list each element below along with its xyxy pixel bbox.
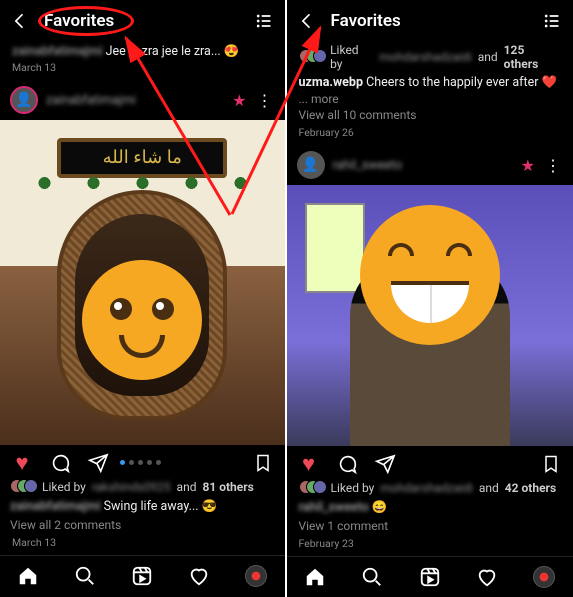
liked-by-user: rakshinds0925 (92, 480, 171, 494)
nav-reels[interactable] (418, 565, 442, 589)
nav-reels[interactable] (130, 564, 154, 588)
liker-avatars (299, 49, 325, 65)
liker-avatars (299, 480, 325, 496)
nav-home[interactable] (303, 565, 327, 589)
caption-username[interactable]: uzma.webp (299, 75, 364, 90)
phone-right: Favorites Liked by mohdarshadzaidi and 1… (287, 0, 573, 597)
favorite-star-icon: ★ (232, 91, 246, 110)
post-username[interactable]: zainabfatimajmi (46, 93, 224, 108)
liked-by-prefix: Liked by (331, 481, 375, 495)
prev-likes-row[interactable]: Liked by mohdarshadzaidi and 125 others (287, 41, 573, 73)
nav-search[interactable] (73, 564, 97, 588)
liker-avatars (10, 479, 36, 495)
bottom-nav (287, 556, 573, 597)
caption-text: Cheers to the happily ever after (366, 75, 538, 90)
prev-post-date: March 13 (0, 59, 285, 80)
comment-button[interactable] (48, 451, 72, 475)
post-caption: zainabfatimajmi Swing life away... 😎 (0, 497, 285, 516)
liked-and: and (478, 50, 498, 64)
liked-and: and (177, 480, 197, 494)
caption-text: Swing life away... 😎 (104, 499, 218, 514)
prev-caption-username: zainabfatimajmi (12, 44, 103, 59)
prev-post-caption: zainabfatimajmi Jee le zra jee le zra...… (0, 42, 285, 59)
action-row: ♥ (287, 446, 573, 478)
phone-left: Favorites zainabfatimajmi Jee le zra jee… (0, 0, 287, 597)
nav-home[interactable] (16, 564, 40, 588)
nav-profile[interactable] (244, 564, 268, 588)
liked-and: and (479, 481, 499, 495)
post-more-button[interactable]: ⋮ (543, 156, 563, 175)
favorite-star-icon: ★ (521, 156, 535, 175)
carousel-pager (120, 460, 161, 465)
like-button[interactable]: ♥ (10, 451, 34, 475)
view-comments-link[interactable]: View all 10 comments (287, 106, 573, 124)
post-date: March 13 (0, 534, 285, 555)
like-button[interactable]: ♥ (297, 452, 321, 476)
page-title: Favorites (331, 11, 528, 31)
caption-emoji: 😄 (372, 500, 388, 515)
prev-caption-text: Jee le zra jee le zra... 😍 (106, 44, 240, 59)
post-photo[interactable] (287, 185, 573, 446)
share-button[interactable] (373, 452, 397, 476)
liked-count: 81 others (202, 480, 253, 494)
heart-emoji-icon: ❤️ (542, 75, 558, 90)
post-date: February 23 (287, 535, 573, 556)
view-comments-link[interactable]: View all 2 comments (0, 516, 285, 534)
topbar: Favorites (287, 0, 573, 41)
liked-count: 125 others (504, 43, 561, 71)
view-comments-link[interactable]: View 1 comment (287, 517, 573, 535)
post-header: 👤 zainabfatimajmi ★ ⋮ (0, 80, 285, 120)
comment-button[interactable] (335, 452, 359, 476)
face-emoji-overlay (82, 260, 202, 380)
likes-row[interactable]: Liked by mohdarshadzaidi and 42 others (287, 478, 573, 498)
post-more-button[interactable]: ⋮ (255, 91, 275, 110)
nav-search[interactable] (360, 565, 384, 589)
save-button[interactable] (539, 452, 563, 476)
liked-count: 42 others (505, 481, 556, 495)
face-emoji-overlay (360, 205, 500, 345)
prev-caption: uzma.webp Cheers to the happily ever aft… (287, 73, 573, 92)
post-photo[interactable]: ما شاء الله (0, 120, 285, 445)
likes-row[interactable]: Liked by rakshinds0925 and 81 others (0, 477, 285, 497)
liked-by-user: mohdarshadzaidi (380, 481, 473, 495)
action-row: ♥ (0, 445, 285, 477)
liked-by-user: mohdarshadzaidi (379, 50, 472, 64)
post-caption: rahil_sweeto 😄 (287, 498, 573, 517)
nav-activity[interactable] (187, 564, 211, 588)
back-button[interactable] (10, 11, 30, 31)
manage-favorites-icon[interactable] (541, 10, 563, 32)
post-header: 👤 rahil_sweeto ★ ⋮ (287, 145, 573, 185)
elevator-panel (305, 203, 365, 293)
topbar: Favorites (0, 0, 285, 42)
avatar[interactable]: 👤 (297, 151, 325, 179)
liked-by-prefix: Liked by (330, 43, 373, 71)
share-button[interactable] (86, 451, 110, 475)
avatar[interactable]: 👤 (10, 86, 38, 114)
nav-activity[interactable] (475, 565, 499, 589)
post-username[interactable]: rahil_sweeto (333, 158, 513, 173)
liked-by-prefix: Liked by (42, 480, 86, 494)
manage-favorites-icon[interactable] (253, 10, 275, 32)
caption-username[interactable]: rahil_sweeto (299, 500, 369, 515)
save-button[interactable] (251, 451, 275, 475)
bottom-nav (0, 555, 285, 597)
caption-username[interactable]: zainabfatimajmi (10, 499, 101, 514)
caption-more-link[interactable]: ... more (287, 92, 573, 106)
nav-profile[interactable] (532, 565, 556, 589)
prev-post-date: February 26 (287, 124, 573, 145)
back-button[interactable] (297, 11, 317, 31)
page-title: Favorites (44, 11, 239, 31)
